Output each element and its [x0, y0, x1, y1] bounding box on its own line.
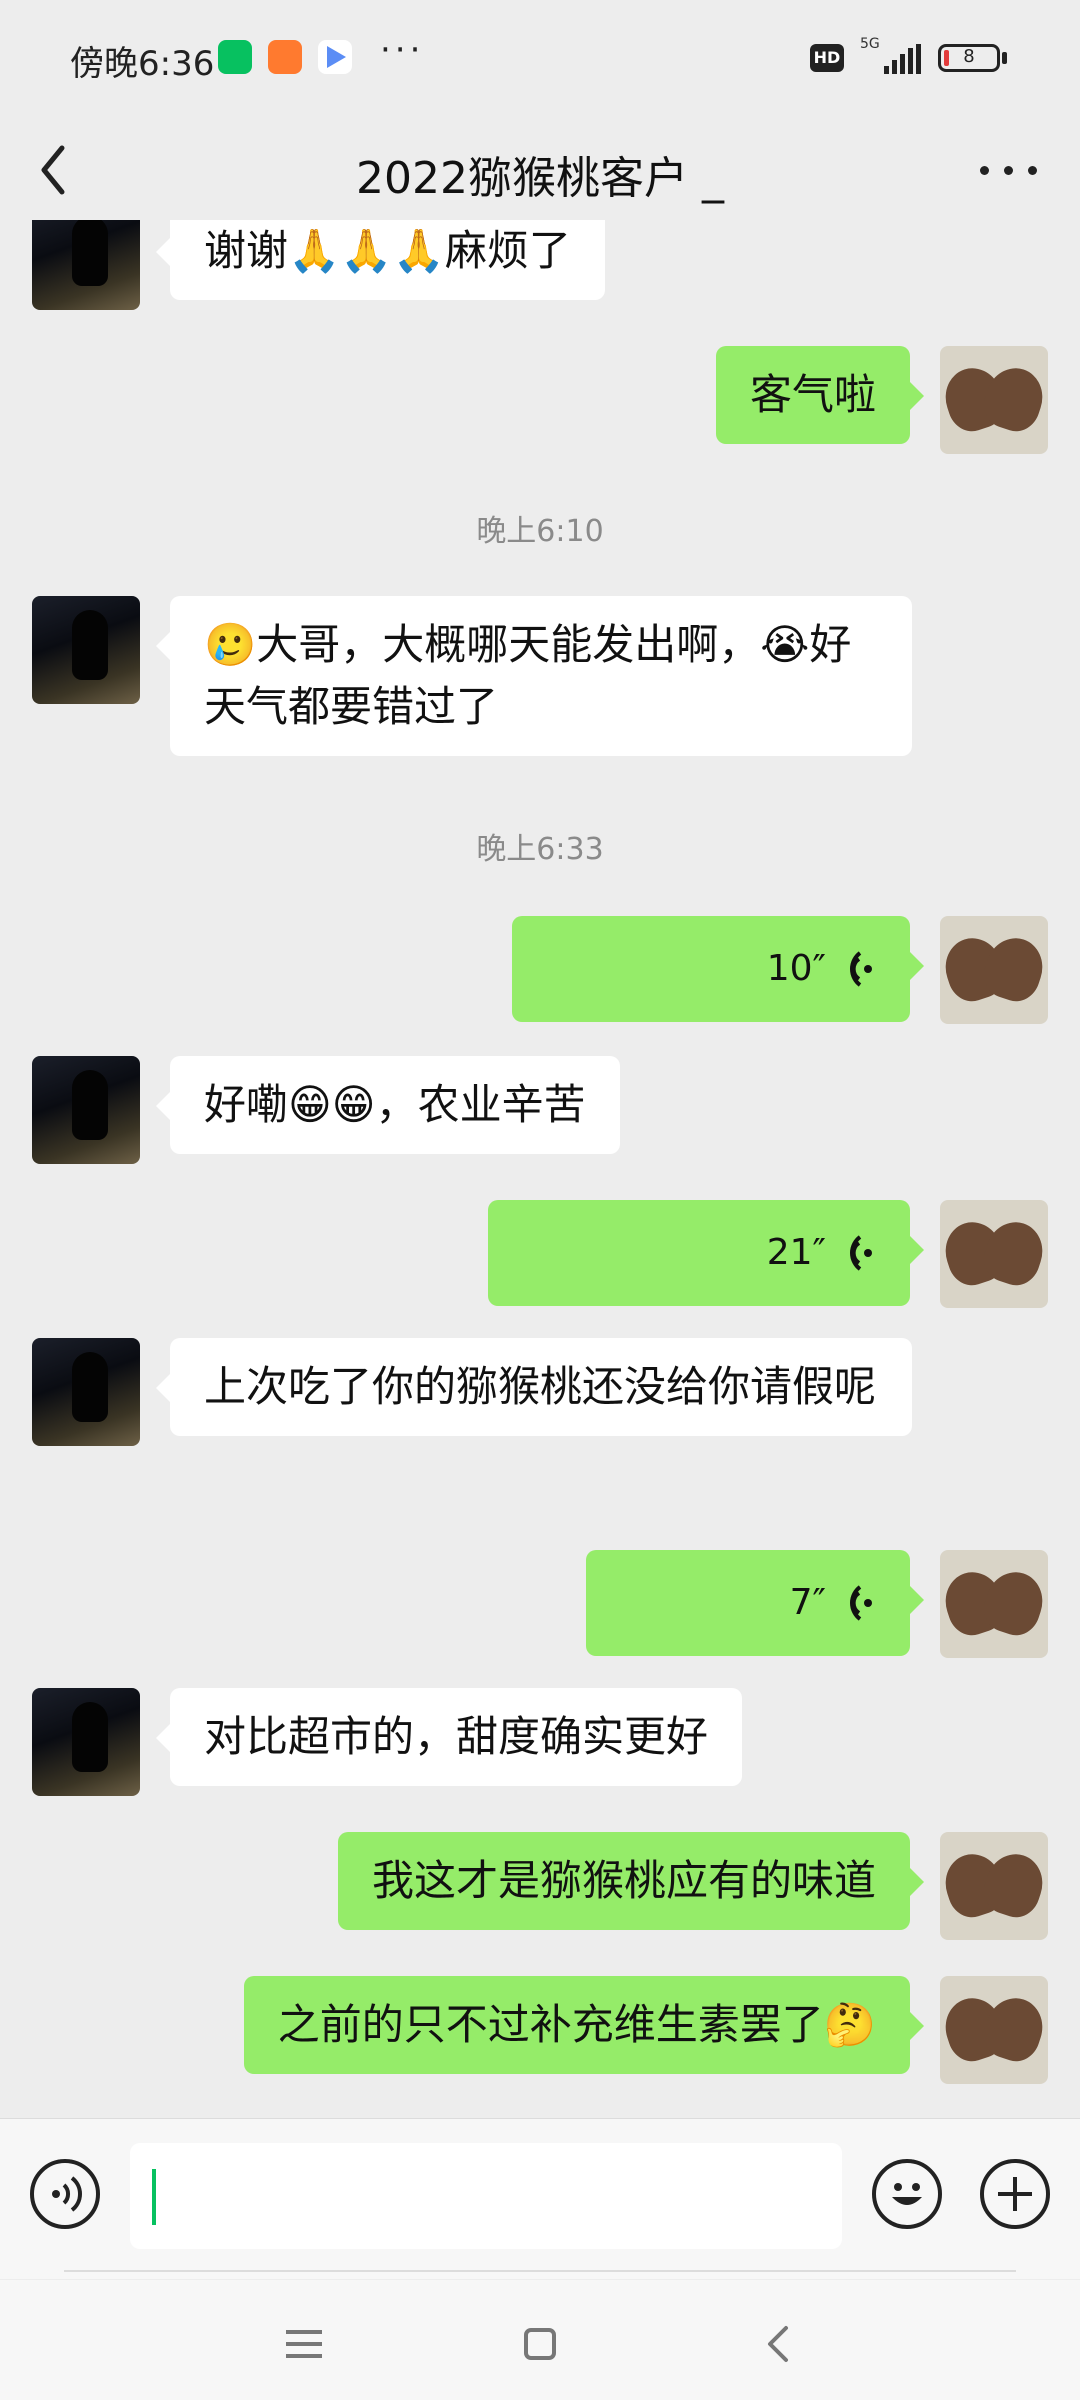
chat-title: 2022猕猴桃客户 _: [356, 153, 724, 204]
message-bubble[interactable]: 上次吃了你的猕猴桃还没给你请假呢: [156, 1338, 912, 1436]
contact-avatar[interactable]: [32, 1338, 140, 1446]
battery-text: 8: [963, 46, 975, 67]
play-icon: [318, 40, 352, 74]
message-bubble[interactable]: 🥲大哥，大概哪天能发出啊，😭好天气都要错过了: [156, 596, 912, 756]
voice-message-bubble[interactable]: 21″: [488, 1200, 924, 1306]
more-button[interactable]: [970, 140, 1050, 200]
message-received: 好嘞😁😁，农业辛苦: [0, 1056, 1080, 1166]
message-received: 🥲大哥，大概哪天能发出啊，😭好天气都要错过了: [0, 596, 1080, 776]
menu-icon[interactable]: [274, 2314, 334, 2374]
store-icon: [268, 40, 302, 74]
system-nav-bar: [0, 2280, 1080, 2400]
message-bubble[interactable]: 谢谢🙏🙏🙏麻烦了: [156, 220, 605, 300]
input-bar: [0, 2118, 1080, 2279]
text-cursor: [152, 2169, 156, 2225]
voice-input-button[interactable]: [30, 2159, 100, 2229]
more-icon-dot: [1004, 166, 1013, 175]
voice-input-icon: [52, 2176, 82, 2212]
my-avatar[interactable]: [940, 1976, 1048, 2084]
nav-bar: 2022猕猴桃客户 _: [0, 120, 1080, 220]
message-sent: 客气啦: [0, 346, 1080, 456]
emoji-icon: [892, 2183, 922, 2205]
voice-content: 7″: [790, 1550, 876, 1656]
emoji-button[interactable]: [872, 2159, 942, 2229]
message-bubble[interactable]: 我这才是猕猴桃应有的味道: [337, 1832, 925, 1930]
message-bubble[interactable]: 对比超市的，甜度确实更好: [155, 1688, 743, 1786]
signal-icon: [884, 44, 921, 74]
voice-duration: 10″: [766, 948, 826, 989]
home-icon[interactable]: [510, 2314, 570, 2374]
hd-badge: HD: [810, 44, 844, 72]
wechat-icon: [218, 40, 252, 74]
message-sent-voice: 7″: [0, 1550, 1080, 1658]
status-bar: 傍晚6:36 ··· HD 5G 8: [0, 0, 1080, 120]
divider: [64, 2270, 1016, 2272]
contact-avatar[interactable]: [32, 220, 140, 310]
message-input[interactable]: [130, 2143, 842, 2249]
message-sent-voice: 21″: [0, 1200, 1080, 1308]
message-bubble[interactable]: 好嘞😁😁，农业辛苦: [156, 1056, 620, 1154]
message-received: 谢谢🙏🙏🙏麻烦了: [0, 220, 1080, 312]
my-avatar[interactable]: [940, 1200, 1048, 1308]
plus-icon: [998, 2177, 1032, 2211]
voice-wave-icon: [850, 951, 872, 987]
message-sent-voice: 10″: [0, 916, 1080, 1024]
my-avatar[interactable]: [940, 1550, 1048, 1658]
contact-avatar[interactable]: [32, 1056, 140, 1164]
chat-area[interactable]: 谢谢🙏🙏🙏麻烦了 客气啦 晚上6:10 🥲大哥，大概哪天能发出啊，😭好天气都要错…: [0, 220, 1080, 2120]
voice-content: 21″: [767, 1200, 876, 1306]
message-bubble[interactable]: 之前的只不过补充维生素罢了🤔: [243, 1976, 925, 2074]
more-icon-dot: [1028, 166, 1037, 175]
status-time: 傍晚6:36: [70, 44, 215, 84]
battery-cap: [1002, 52, 1007, 64]
voice-duration: 21″: [766, 1232, 826, 1273]
timestamp: 晚上6:33: [476, 832, 604, 867]
more-icon: [980, 166, 989, 175]
status-more-icon: ···: [380, 30, 425, 70]
message-sent: 我这才是猕猴桃应有的味道: [0, 1832, 1080, 1942]
voice-message-bubble[interactable]: 7″: [586, 1550, 924, 1656]
my-avatar[interactable]: [940, 346, 1048, 454]
voice-content: 10″: [767, 916, 876, 1022]
battery-icon: 8: [938, 44, 1000, 72]
my-avatar[interactable]: [940, 916, 1048, 1024]
voice-message-bubble[interactable]: 10″: [512, 916, 924, 1022]
contact-avatar[interactable]: [32, 1688, 140, 1796]
message-sent: 之前的只不过补充维生素罢了🤔: [0, 1976, 1080, 2086]
message-bubble[interactable]: 客气啦: [715, 346, 925, 444]
message-received: 上次吃了你的猕猴桃还没给你请假呢: [0, 1338, 1080, 1518]
voice-wave-icon: [850, 1585, 872, 1621]
voice-wave-icon: [850, 1235, 872, 1271]
my-avatar[interactable]: [940, 1832, 1048, 1940]
timestamp: 晚上6:10: [476, 514, 604, 549]
message-received: 对比超市的，甜度确实更好: [0, 1688, 1080, 1798]
back-icon[interactable]: [750, 2314, 810, 2374]
add-button[interactable]: [980, 2159, 1050, 2229]
contact-avatar[interactable]: [32, 596, 140, 704]
voice-duration: 7″: [789, 1582, 826, 1623]
